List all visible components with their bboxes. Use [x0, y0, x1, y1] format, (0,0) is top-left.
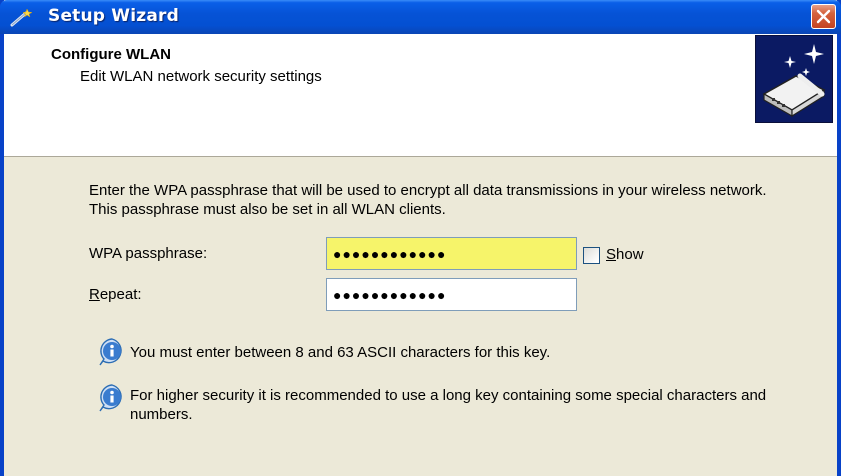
info-icon — [99, 384, 122, 412]
setup-wizard-window: Setup Wizard Configure WLAN Edit WLAN ne… — [0, 0, 841, 476]
window-title: Setup Wizard — [48, 6, 179, 26]
show-accelerator: S — [606, 246, 617, 263]
repeat-label-rest: epeat: — [99, 286, 142, 303]
wpa-passphrase-input[interactable]: ●●●●●●●●●●●● — [326, 237, 577, 270]
magic-wand-icon — [10, 8, 33, 27]
page-title: Configure WLAN — [51, 46, 171, 63]
info-message-length: You must enter between 8 and 63 ASCII ch… — [130, 344, 551, 361]
page-subtitle: Edit WLAN network security settings — [80, 68, 322, 85]
title-bar[interactable]: Setup Wizard — [0, 0, 841, 34]
wizard-header: Configure WLAN Edit WLAN network securit… — [4, 34, 837, 157]
close-button[interactable] — [811, 4, 836, 29]
router-sparkle-icon — [762, 44, 826, 118]
repeat-accelerator: R — [89, 286, 100, 303]
show-label-rest: how — [616, 246, 644, 263]
show-checkbox-label[interactable]: Show — [606, 246, 644, 263]
wpa-passphrase-label: WPA passphrase: — [89, 245, 208, 262]
wpa-passphrase-value: ●●●●●●●●●●●● — [333, 245, 447, 262]
repeat-passphrase-input[interactable]: ●●●●●●●●●●●● — [326, 278, 577, 311]
repeat-label: Repeat: — [89, 286, 142, 303]
close-icon — [816, 9, 831, 24]
info-icon — [99, 338, 122, 366]
wizard-logo — [755, 35, 833, 123]
repeat-passphrase-value: ●●●●●●●●●●●● — [333, 286, 447, 303]
info-message-security: For higher security it is recommended to… — [130, 387, 767, 423]
show-checkbox[interactable] — [583, 247, 600, 264]
intro-text: Enter the WPA passphrase that will be us… — [89, 182, 767, 218]
